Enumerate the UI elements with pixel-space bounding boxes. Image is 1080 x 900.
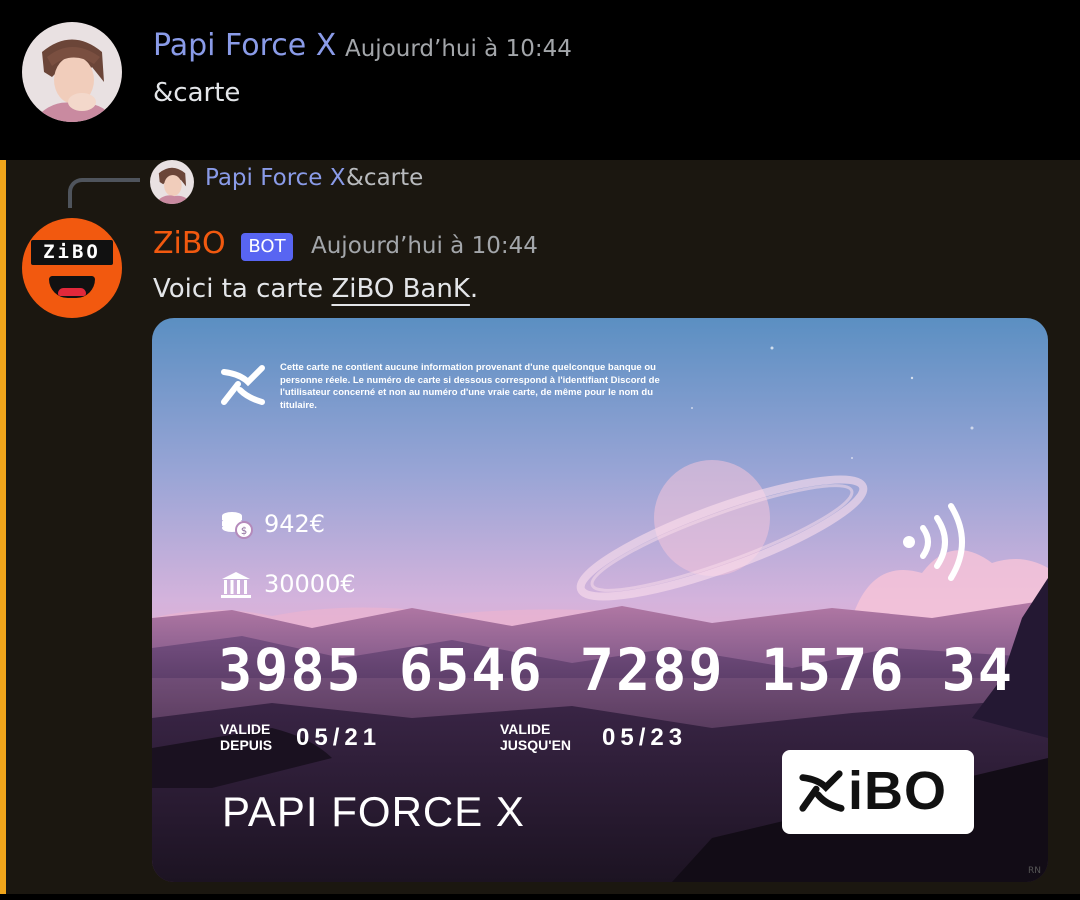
message-content: &carte bbox=[153, 78, 241, 108]
timestamp: Aujourd’hui à 10:44 bbox=[311, 233, 538, 259]
coins-icon: $ bbox=[222, 512, 253, 539]
valid-to-label: VALIDE JUSQU'EN bbox=[500, 721, 571, 753]
reply-author[interactable]: Papi Force X bbox=[205, 165, 346, 191]
bot-avatar-logo: ZiBO bbox=[31, 240, 113, 265]
user-avatar[interactable] bbox=[22, 22, 122, 122]
author-name[interactable]: Papi Force X bbox=[153, 28, 336, 63]
bot-message: Papi Force X &carte ZiBO ZiBO BOT Aujour… bbox=[0, 160, 1080, 894]
bot-avatar[interactable]: ZiBO bbox=[22, 218, 122, 318]
zibo-x-mark-icon bbox=[799, 770, 845, 812]
valid-to-date: 05/23 bbox=[602, 724, 688, 751]
bot-avatar-tongue bbox=[58, 288, 86, 296]
content-prefix: Voici ta carte bbox=[153, 274, 332, 304]
bank-card-image[interactable]: Cette carte ne contient aucune informati… bbox=[152, 318, 1048, 882]
bot-author-name[interactable]: ZiBO bbox=[153, 226, 226, 261]
card-number: 3985 6546 7289 1576 34 bbox=[218, 636, 1014, 704]
valid-from-label-line2: DEPUIS bbox=[220, 737, 273, 753]
valid-from-date: 05/21 bbox=[296, 724, 382, 751]
mention-highlight-bar bbox=[0, 160, 6, 894]
card-balance: 942€ bbox=[264, 510, 326, 538]
valid-from-label: VALIDE DEPUIS bbox=[220, 721, 272, 753]
zibo-logo-icon: iBO bbox=[782, 750, 974, 834]
user-message: Papi Force X Aujourd’hui à 10:44 &carte bbox=[0, 0, 1080, 160]
reply-connector bbox=[68, 178, 140, 208]
contactless-icon bbox=[903, 503, 965, 581]
reply-content[interactable]: &carte bbox=[346, 165, 423, 191]
reply-avatar[interactable] bbox=[150, 160, 194, 204]
card-disclaimer: Cette carte ne contient aucune informati… bbox=[280, 362, 660, 411]
bottom-edge bbox=[0, 894, 1080, 900]
corner-mark: RN bbox=[1028, 866, 1041, 876]
valid-to-label-line2: JUSQU'EN bbox=[500, 737, 572, 753]
valid-from-label-line1: VALIDE bbox=[220, 721, 271, 737]
card-savings: 30000€ bbox=[264, 570, 356, 598]
svg-text:$: $ bbox=[241, 526, 247, 537]
content-suffix: . bbox=[469, 274, 479, 304]
bot-message-content: Voici ta carte ZiBO BanK. bbox=[153, 274, 478, 304]
timestamp: Aujourd’hui à 10:44 bbox=[345, 36, 572, 62]
x-logo-icon bbox=[221, 365, 265, 405]
zibo-brand-text: iBO bbox=[848, 761, 948, 821]
valid-to-label-line1: VALIDE bbox=[500, 721, 551, 737]
zibo-bank-link[interactable]: ZiBO BanK bbox=[331, 274, 469, 304]
bank-icon bbox=[221, 572, 251, 598]
bot-badge: BOT bbox=[241, 233, 293, 261]
card-holder-name: PAPI FORCE X bbox=[222, 788, 525, 835]
